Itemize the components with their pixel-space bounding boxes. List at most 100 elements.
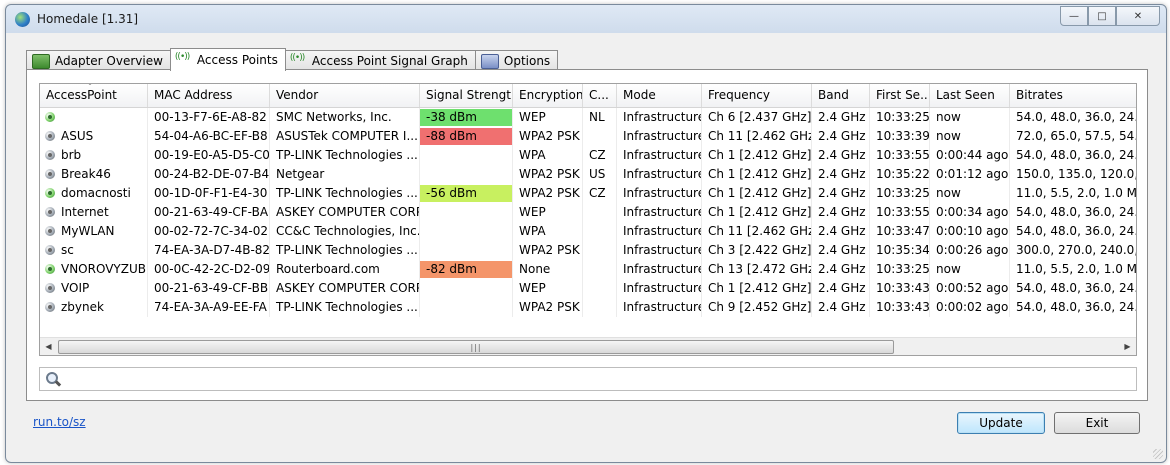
table-row[interactable]: Break46 00-24-B2-DE-07-B4 Netgear WPA2 PSK U…: [40, 165, 1136, 184]
cell-encryption: WPA: [513, 222, 583, 241]
tab-access-point-signal-graph[interactable]: Access Point Signal Graph: [284, 50, 476, 71]
table-row[interactable]: domacnosti 00-1D-0F-F1-E4-30 TP-LINK Techn…: [40, 184, 1136, 203]
access-point-table[interactable]: AccessPoint ˆ MAC Address Vendor Signal Stre…: [39, 83, 1137, 356]
column-header-frequency[interactable]: Frequency: [702, 84, 812, 107]
close-button[interactable]: ✕: [1116, 6, 1160, 26]
signal-value: [420, 299, 512, 316]
column-header-vendor[interactable]: Vendor: [270, 84, 420, 107]
cell-mac-address: 00-02-72-7C-34-02: [148, 222, 270, 241]
minimize-button[interactable]: —: [1060, 6, 1088, 26]
network-active-icon: [44, 187, 58, 200]
scroll-right-button[interactable]: ▶: [1119, 338, 1136, 355]
search-input[interactable]: [66, 370, 1130, 388]
cell-bitrates: 54.0, 48.0, 36.0, 24.0, 18.0: [1010, 203, 1136, 222]
tab-options[interactable]: Options: [474, 50, 559, 71]
cell-signal-strength: [420, 146, 513, 165]
cell-mode: Infrastructure: [617, 279, 702, 298]
cell-first-seen: 10:33:43: [870, 279, 930, 298]
cell-signal-strength: -82 dBm: [420, 260, 513, 279]
table-row[interactable]: VNOROVYZUB 00-0C-42-2C-D2-09 Routerboard.c…: [40, 260, 1136, 279]
cell-vendor: CC&C Technologies, Inc.: [270, 222, 420, 241]
access-point-name: domacnosti: [61, 186, 131, 200]
column-header-last-seen[interactable]: Last Seen: [930, 84, 1010, 107]
cell-vendor: Netgear: [270, 165, 420, 184]
cell-country: [583, 298, 617, 317]
minimize-icon: —: [1069, 10, 1079, 22]
cell-mode: Infrastructure: [617, 108, 702, 127]
tab-panel: AccessPoint ˆ MAC Address Vendor Signal Stre…: [26, 69, 1148, 401]
column-header-signal-strength[interactable]: Signal Strength: [420, 84, 513, 107]
access-point-name: zbynek: [61, 300, 104, 314]
cell-first-seen: 10:33:55: [870, 203, 930, 222]
title-bar[interactable]: Homedale [1.31] — □ ✕: [6, 5, 1166, 33]
cell-band: 2.4 GHz: [812, 298, 870, 317]
table-row[interactable]: Internet 00-21-63-49-CF-BA ASKEY COMPUTER …: [40, 203, 1136, 222]
horizontal-scrollbar[interactable]: ◀ ||| ▶: [40, 337, 1136, 355]
column-header-band[interactable]: Band: [812, 84, 870, 107]
scroll-left-button[interactable]: ◀: [40, 338, 57, 355]
search-box: [39, 367, 1137, 391]
cell-band: 2.4 GHz: [812, 260, 870, 279]
cell-country: NL: [583, 108, 617, 127]
column-header-mac-address[interactable]: MAC Address: [148, 84, 270, 107]
arrow-left-icon: ◀: [45, 342, 52, 351]
network-inactive-icon: [44, 244, 58, 257]
table-row[interactable]: sc 74-EA-3A-D7-4B-82 TP-LINK Technologies …: [40, 241, 1136, 260]
column-header-bitrates[interactable]: Bitrates: [1010, 84, 1136, 107]
cell-vendor: ASUSTek COMPUTER I...: [270, 127, 420, 146]
cell-vendor: Routerboard.com: [270, 260, 420, 279]
resize-grip-icon[interactable]: [1153, 449, 1163, 459]
cell-band: 2.4 GHz: [812, 165, 870, 184]
table-row[interactable]: 00-13-F7-6E-A8-82 SMC Networks, Inc. -38 d…: [40, 108, 1136, 127]
cell-mode: Infrastructure: [617, 241, 702, 260]
column-header-mode[interactable]: Mode: [617, 84, 702, 107]
cell-mode: Infrastructure: [617, 146, 702, 165]
tab-adapter-overview[interactable]: Adapter Overview: [26, 50, 171, 71]
cell-signal-strength: [420, 279, 513, 298]
cell-encryption: WEP: [513, 203, 583, 222]
cell-frequency: Ch 11 [2.462 GHz]: [702, 222, 812, 241]
cell-band: 2.4 GHz: [812, 146, 870, 165]
tab-label: Adapter Overview: [55, 54, 163, 68]
access-point-name: brb: [61, 148, 82, 162]
cell-band: 2.4 GHz: [812, 127, 870, 146]
signal-value: -38 dBm: [420, 109, 512, 126]
cell-mac-address: 00-24-B2-DE-07-B4: [148, 165, 270, 184]
update-button[interactable]: Update: [957, 412, 1045, 434]
cell-accesspoint: zbynek: [40, 298, 148, 317]
table-row[interactable]: brb 00-19-E0-A5-D5-C0 TP-LINK Technologies…: [40, 146, 1136, 165]
maximize-button[interactable]: □: [1088, 6, 1116, 26]
signal-value: -82 dBm: [420, 261, 512, 278]
cell-signal-strength: [420, 241, 513, 260]
network-active-icon: [44, 263, 58, 276]
scrollbar-thumb[interactable]: |||: [58, 340, 894, 354]
homepage-link[interactable]: run.to/sz: [33, 415, 86, 429]
signal-value: -88 dBm: [420, 128, 512, 145]
table-row[interactable]: VOIP 00-21-63-49-CF-BB ASKEY COMPUTER CORP…: [40, 279, 1136, 298]
cell-frequency: Ch 9 [2.452 GHz]: [702, 298, 812, 317]
tab-access-points[interactable]: Access Points: [169, 48, 286, 71]
table-row[interactable]: ASUS 54-04-A6-BC-EF-B8 ASUSTek COMPUTER I.…: [40, 127, 1136, 146]
column-header-accesspoint[interactable]: AccessPoint ˆ: [40, 84, 148, 107]
cell-mode: Infrastructure: [617, 165, 702, 184]
signal-value: [420, 166, 512, 183]
cell-frequency: Ch 1 [2.412 GHz]: [702, 203, 812, 222]
cell-signal-strength: -88 dBm: [420, 127, 513, 146]
column-header-country[interactable]: C...: [583, 84, 617, 107]
cell-bitrates: 54.0, 48.0, 36.0, 24.0, 18.0: [1010, 222, 1136, 241]
column-header-encryption[interactable]: Encryption: [513, 84, 583, 107]
cell-country: [583, 260, 617, 279]
cell-signal-strength: [420, 165, 513, 184]
network-active-icon: [44, 111, 58, 124]
cell-mac-address: 00-21-63-49-CF-BB: [148, 279, 270, 298]
cell-encryption: WPA2 PSK: [513, 241, 583, 260]
table-row[interactable]: MyWLAN 00-02-72-7C-34-02 CC&C Technologies…: [40, 222, 1136, 241]
globe-app-icon: [15, 12, 30, 27]
table-row[interactable]: zbynek 74-EA-3A-A9-EE-FA TP-LINK Technolog…: [40, 298, 1136, 317]
access-point-name: Break46: [61, 167, 111, 181]
cell-last-seen: now: [930, 127, 1010, 146]
cell-last-seen: 0:00:34 ago: [930, 203, 1010, 222]
cell-mode: Infrastructure: [617, 222, 702, 241]
column-header-first-seen[interactable]: First Se...: [870, 84, 930, 107]
exit-button[interactable]: Exit: [1054, 412, 1140, 434]
